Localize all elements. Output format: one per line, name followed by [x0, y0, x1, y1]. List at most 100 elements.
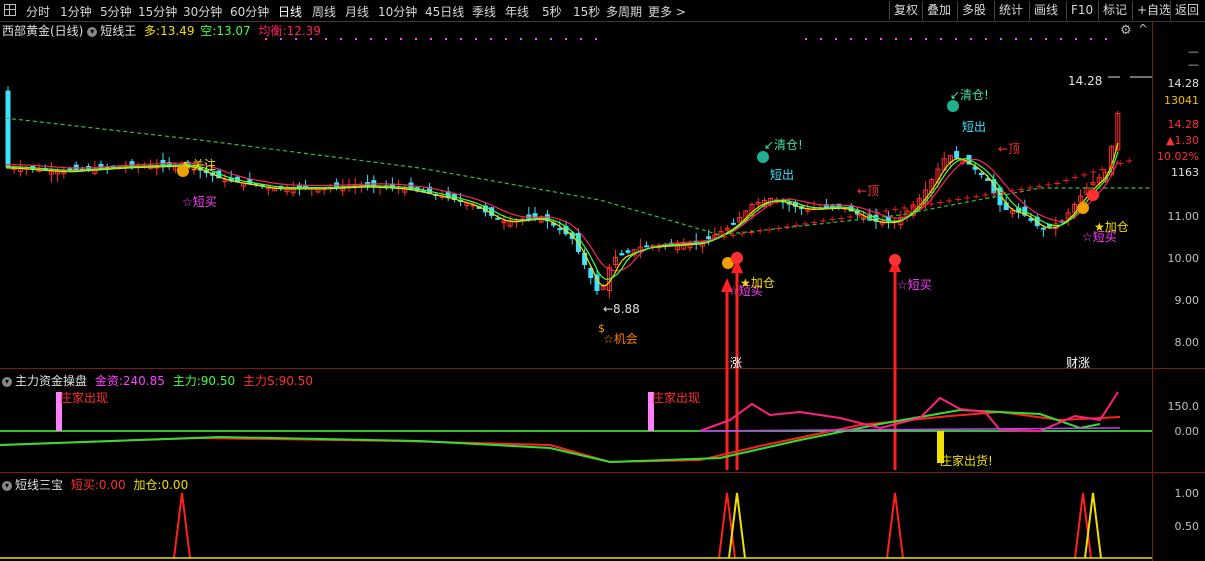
cross-mark: + — [1125, 156, 1133, 167]
cross-mark: + — [819, 216, 827, 227]
signal-label: ←顶 — [857, 184, 880, 198]
candle-body — [557, 228, 563, 231]
top-dot — [520, 38, 522, 40]
top-dot — [385, 38, 387, 40]
top-dot — [1045, 38, 1047, 40]
candle-body — [730, 222, 736, 225]
top-dot — [535, 38, 537, 40]
candle-body — [978, 172, 984, 175]
signal-dot-icon — [889, 254, 901, 266]
cross-mark: + — [765, 225, 773, 236]
top-dot — [1105, 38, 1107, 40]
cross-mark: + — [774, 223, 782, 234]
signal-label: ↙清仓! — [950, 88, 989, 102]
signal-label: 涨 — [730, 356, 743, 370]
signal-label: 14.28 — [1068, 74, 1103, 88]
sanbao-spike — [886, 492, 904, 559]
top-dot — [805, 38, 807, 40]
signal-dot-icon — [1077, 202, 1089, 214]
cross-mark: + — [945, 196, 953, 207]
signal-label: ←8.88 — [603, 302, 640, 316]
top-dot — [850, 38, 852, 40]
cross-mark: + — [720, 232, 728, 243]
top-dot — [370, 38, 372, 40]
signal-label: ←顶 — [998, 142, 1021, 156]
signal-label: ★加仓 — [740, 276, 775, 290]
top-dot — [460, 38, 462, 40]
cross-mark: + — [999, 187, 1007, 198]
cross-mark: + — [1062, 175, 1070, 186]
top-dot — [925, 38, 927, 40]
cross-mark: + — [936, 197, 944, 208]
cross-mark: + — [729, 231, 737, 242]
sanbao-spike — [173, 492, 191, 559]
cross-mark: + — [972, 192, 980, 203]
top-dot — [985, 38, 987, 40]
top-dot — [1060, 38, 1062, 40]
fund-signal-label: 庄家出货! — [940, 454, 993, 468]
candle-body — [625, 250, 631, 253]
top-dot — [550, 38, 552, 40]
cross-mark: + — [810, 218, 818, 229]
top-dot — [970, 38, 972, 40]
cross-mark: + — [882, 206, 890, 217]
top-dot — [565, 38, 567, 40]
cross-mark: + — [1071, 173, 1079, 184]
top-dot — [265, 38, 267, 40]
top-dot — [1090, 38, 1092, 40]
top-dot — [865, 38, 867, 40]
cross-mark: + — [756, 226, 764, 237]
cross-mark: + — [1035, 182, 1043, 193]
ma-yellow-line — [5, 142, 1119, 287]
top-dot — [580, 38, 582, 40]
cross-mark: + — [1080, 170, 1088, 181]
candle-body — [1040, 227, 1046, 230]
top-dot — [1000, 38, 1002, 40]
signal-label: ☆机会 — [603, 332, 638, 346]
top-dot — [895, 38, 897, 40]
top-dot — [340, 38, 342, 40]
top-dot — [1075, 38, 1077, 40]
signal-label: ☆短买 — [182, 195, 217, 209]
fund-magenta-line — [699, 391, 1119, 433]
cross-mark: + — [990, 189, 998, 200]
top-dot — [310, 38, 312, 40]
cross-mark: + — [981, 190, 989, 201]
cross-mark: + — [801, 219, 809, 230]
cross-mark: + — [909, 202, 917, 213]
cross-mark: + — [891, 205, 899, 216]
candle-body — [644, 245, 650, 248]
cross-mark: + — [1017, 184, 1025, 195]
top-dot — [280, 38, 282, 40]
cross-mark: + — [837, 213, 845, 224]
candle-body — [619, 253, 625, 256]
kline-chart[interactable]: + + + + + + + + + + + + + + + + + + + + + + + + + + + + + + + + + + + + + + + +… — [0, 0, 1205, 561]
cross-mark: + — [954, 195, 962, 206]
top-dot — [820, 38, 822, 40]
cross-mark: + — [1053, 178, 1061, 189]
signal-label: 财涨 — [1066, 356, 1091, 370]
cross-mark: + — [918, 200, 926, 211]
signal-label: ↙清仓! — [764, 138, 803, 152]
top-dot — [1030, 38, 1032, 40]
cross-mark: + — [927, 199, 935, 210]
candle-body — [706, 236, 712, 240]
cross-mark: + — [963, 193, 971, 204]
candle-body — [5, 90, 11, 168]
cross-mark: + — [1107, 162, 1115, 173]
top-dot — [445, 38, 447, 40]
top-dot — [955, 38, 957, 40]
cross-mark: + — [864, 209, 872, 220]
cross-mark: + — [1008, 186, 1016, 197]
cross-mark: + — [747, 228, 755, 239]
candle-body — [160, 160, 166, 166]
fund-signal-label: 庄家出现 — [60, 391, 109, 405]
cross-mark: + — [1089, 167, 1097, 178]
top-dot — [505, 38, 507, 40]
signal-label: 短出 — [770, 168, 795, 182]
cross-mark: + — [783, 222, 791, 233]
top-dot — [295, 38, 297, 40]
candle-body — [495, 217, 501, 220]
cross-mark: + — [1116, 159, 1124, 170]
cross-mark: + — [1026, 183, 1034, 194]
